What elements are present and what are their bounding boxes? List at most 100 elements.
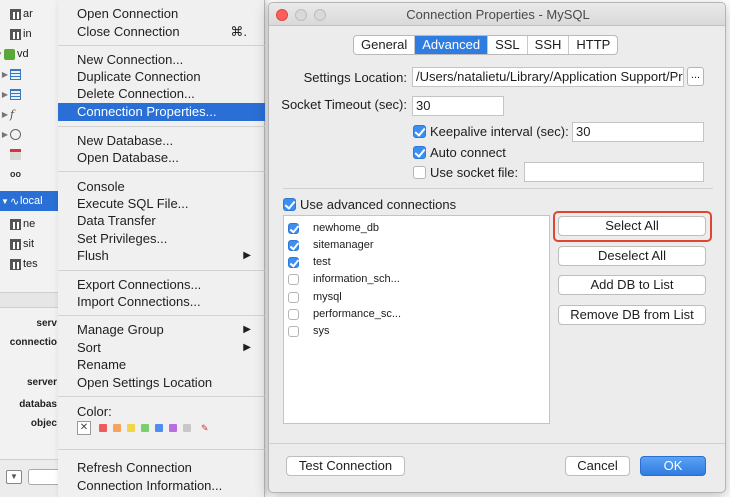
test-connection-button[interactable]: Test Connection bbox=[286, 456, 405, 476]
filter-input[interactable] bbox=[28, 469, 59, 485]
database-checkbox[interactable] bbox=[288, 273, 299, 285]
list-item[interactable]: information_sch... bbox=[288, 271, 400, 287]
list-item[interactable]: sitemanager bbox=[288, 237, 374, 253]
tab-advanced[interactable]: Advanced bbox=[415, 36, 489, 54]
tree-item[interactable]: sit bbox=[0, 234, 59, 254]
add-db-to-list-button[interactable]: Add DB to List bbox=[558, 275, 706, 295]
auto-connect-checkbox[interactable] bbox=[413, 146, 426, 159]
custom-color-icon[interactable]: ✎ bbox=[201, 423, 209, 434]
context-menu: Open Connection Close Connection ⌘. New C… bbox=[58, 0, 265, 497]
tab-general[interactable]: General bbox=[354, 36, 416, 54]
database-checkbox[interactable] bbox=[288, 256, 299, 268]
menu-item-new-database[interactable]: New Database... bbox=[58, 132, 265, 150]
menu-item-console[interactable]: Console bbox=[58, 178, 265, 196]
menu-item-manage-group[interactable]: Manage Group ▶ bbox=[58, 321, 265, 339]
filter-menu-button[interactable]: ▼ bbox=[6, 470, 22, 484]
list-item[interactable]: performance_sc... bbox=[288, 306, 401, 322]
disclosure-right-icon[interactable]: ▶ bbox=[0, 70, 10, 79]
menu-item-connection-information[interactable]: Connection Information... bbox=[58, 477, 265, 495]
color-swatch-red[interactable] bbox=[99, 424, 107, 432]
tree-item[interactable]: tes bbox=[0, 254, 59, 274]
tree-item[interactable] bbox=[0, 144, 59, 164]
database-checkbox[interactable] bbox=[288, 325, 299, 337]
menu-separator bbox=[58, 315, 265, 316]
menu-item-close-connection[interactable]: Close Connection ⌘. bbox=[58, 23, 265, 41]
tree-item[interactable]: ▶ bbox=[0, 124, 59, 144]
color-swatch-orange[interactable] bbox=[113, 424, 121, 432]
connection-icon: ∿ bbox=[10, 195, 20, 208]
tree-item[interactable]: ar bbox=[0, 4, 59, 24]
color-swatch-purple[interactable] bbox=[169, 424, 177, 432]
panel-divider[interactable] bbox=[0, 292, 59, 308]
keepalive-interval-field[interactable]: 30 bbox=[572, 122, 704, 142]
tree-item[interactable]: ▶ f bbox=[0, 104, 59, 124]
use-socket-checkbox[interactable] bbox=[413, 166, 426, 179]
table-icon bbox=[10, 218, 21, 230]
tab-ssh[interactable]: SSH bbox=[528, 36, 570, 54]
menu-item-refresh-connection[interactable]: Refresh Connection bbox=[58, 459, 265, 477]
menu-item-import-connections[interactable]: Import Connections... bbox=[58, 293, 265, 311]
keepalive-checkbox[interactable] bbox=[413, 125, 426, 138]
disclosure-right-icon[interactable]: ▶ bbox=[0, 110, 10, 119]
select-all-button[interactable]: Select All bbox=[558, 216, 706, 236]
remove-db-from-list-button[interactable]: Remove DB from List bbox=[558, 305, 706, 325]
menu-item-duplicate-connection[interactable]: Duplicate Connection bbox=[58, 68, 265, 86]
color-swatch-green[interactable] bbox=[141, 424, 149, 432]
list-item[interactable]: sys bbox=[288, 323, 330, 339]
advanced-connections-checkbox[interactable] bbox=[283, 198, 296, 211]
tree-item-selected-connection[interactable]: ▼ ∿ local bbox=[0, 191, 59, 211]
list-item[interactable]: mysql bbox=[288, 289, 342, 305]
menu-item-export-connections[interactable]: Export Connections... bbox=[58, 276, 265, 294]
menu-item-new-connection[interactable]: New Connection... bbox=[58, 51, 265, 69]
database-list[interactable]: newhome_db sitemanager test information_… bbox=[283, 215, 550, 424]
property-label: databas bbox=[19, 399, 57, 410]
settings-location-field[interactable]: /Users/natalietu/Library/Application Sup… bbox=[412, 67, 684, 87]
menu-separator bbox=[58, 270, 265, 271]
ok-button[interactable]: OK bbox=[640, 456, 706, 476]
menu-item-open-connection[interactable]: Open Connection bbox=[58, 5, 265, 23]
color-swatch-yellow[interactable] bbox=[127, 424, 135, 432]
disclosure-right-icon[interactable]: ▶ bbox=[0, 130, 10, 139]
socket-timeout-field[interactable]: 30 bbox=[412, 96, 504, 116]
menu-item-rename[interactable]: Rename bbox=[58, 356, 265, 374]
database-checkbox[interactable] bbox=[288, 239, 299, 251]
menu-item-set-privileges[interactable]: Set Privileges... bbox=[58, 230, 265, 248]
no-color-swatch[interactable]: ✕ bbox=[77, 421, 91, 435]
menu-item-connection-properties[interactable]: Connection Properties... bbox=[58, 103, 265, 121]
disclosure-right-icon[interactable]: ▶ bbox=[0, 90, 10, 99]
browse-button[interactable]: ... bbox=[687, 67, 704, 86]
menu-item-execute-sql-file[interactable]: Execute SQL File... bbox=[58, 195, 265, 213]
database-checkbox[interactable] bbox=[288, 308, 299, 320]
color-swatch-gray[interactable] bbox=[183, 424, 191, 432]
color-swatch-blue[interactable] bbox=[155, 424, 163, 432]
socket-file-field[interactable] bbox=[524, 162, 704, 182]
list-item[interactable]: test bbox=[288, 254, 331, 270]
tree-item[interactable]: ▶ bbox=[0, 84, 59, 104]
menu-item-flush[interactable]: Flush ▶ bbox=[58, 247, 265, 265]
cancel-button[interactable]: Cancel bbox=[565, 456, 630, 476]
menu-item-delete-connection[interactable]: Delete Connection... bbox=[58, 85, 265, 103]
database-checkbox[interactable] bbox=[288, 291, 299, 303]
database-checkbox[interactable] bbox=[288, 222, 299, 234]
deselect-all-button[interactable]: Deselect All bbox=[558, 246, 706, 266]
tab-http[interactable]: HTTP bbox=[569, 36, 617, 54]
use-socket-checkbox-row[interactable]: Use socket file: bbox=[413, 165, 518, 180]
tree-item[interactable]: in bbox=[0, 24, 59, 44]
tree-item[interactable]: ▶ bbox=[0, 64, 59, 84]
keepalive-checkbox-row[interactable]: Keepalive interval (sec): bbox=[413, 124, 569, 139]
menu-item-sort[interactable]: Sort ▶ bbox=[58, 339, 265, 357]
menu-item-open-settings-location[interactable]: Open Settings Location bbox=[58, 374, 265, 392]
advanced-connections-checkbox-row[interactable]: Use advanced connections bbox=[283, 197, 456, 212]
submenu-arrow-icon: ▶ bbox=[243, 324, 251, 335]
tree-item[interactable]: ▼vd bbox=[0, 44, 54, 64]
tree-item[interactable]: oo bbox=[0, 164, 59, 184]
disclosure-down-icon[interactable]: ▼ bbox=[0, 197, 10, 206]
auto-connect-checkbox-row[interactable]: Auto connect bbox=[413, 145, 506, 160]
tree-item-label: tes bbox=[23, 258, 38, 270]
property-label: connectio bbox=[9, 337, 57, 348]
tab-ssl[interactable]: SSL bbox=[488, 36, 528, 54]
menu-item-open-database[interactable]: Open Database... bbox=[58, 149, 265, 167]
menu-item-data-transfer[interactable]: Data Transfer bbox=[58, 212, 265, 230]
list-item[interactable]: newhome_db bbox=[288, 220, 379, 236]
tree-item[interactable]: ne bbox=[0, 214, 59, 234]
